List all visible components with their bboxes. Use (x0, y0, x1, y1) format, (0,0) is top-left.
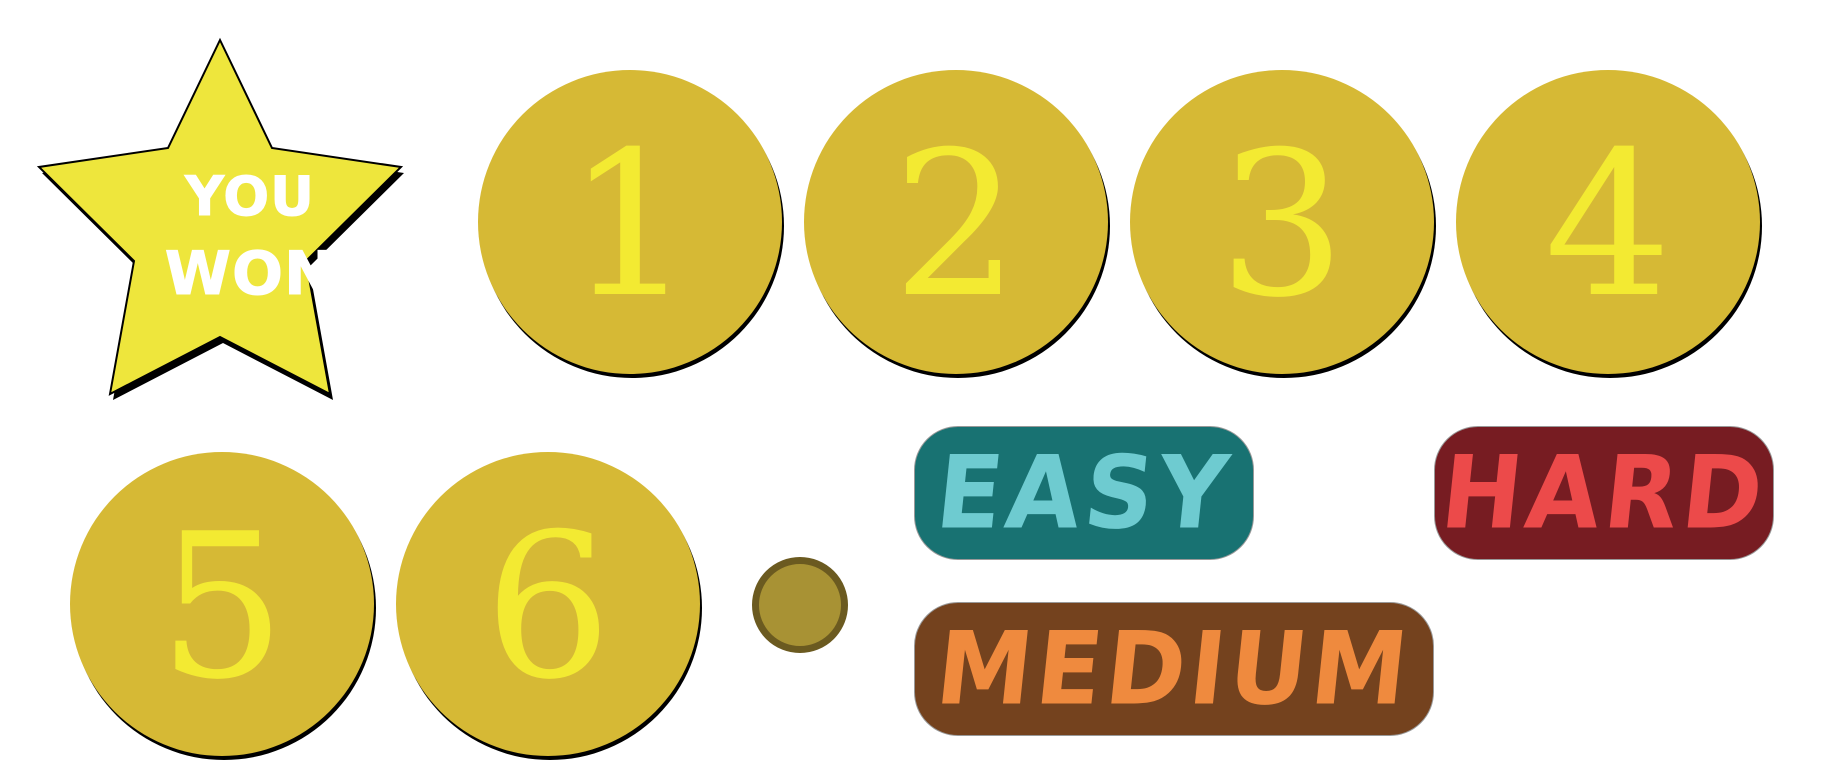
level-coin-5[interactable]: 5 (70, 452, 374, 756)
coin-label: 6 (484, 491, 612, 724)
you-won-line1: YOU (185, 165, 315, 228)
coin-label: 1 (566, 109, 694, 342)
medium-button[interactable]: MEDIUM (914, 602, 1434, 736)
level-coin-2[interactable]: 2 (804, 70, 1108, 374)
level-coin-4[interactable]: 4 (1456, 70, 1760, 374)
hard-label: HARD (1435, 434, 1773, 552)
easy-button[interactable]: EASY (914, 426, 1254, 560)
medium-label: MEDIUM (930, 610, 1418, 728)
indicator-dot (752, 557, 848, 653)
level-coin-6[interactable]: 6 (396, 452, 700, 756)
you-won-line2: WON (164, 239, 336, 309)
coin-label: 5 (158, 491, 286, 724)
coin-label: 2 (892, 109, 1020, 342)
level-coin-1[interactable]: 1 (478, 70, 782, 374)
easy-label: EASY (930, 434, 1238, 552)
level-coin-3[interactable]: 3 (1130, 70, 1434, 374)
coin-label: 3 (1218, 109, 1346, 342)
you-won-star: YOU WON (30, 30, 410, 400)
hard-button[interactable]: HARD (1434, 426, 1774, 560)
coin-label: 4 (1544, 109, 1672, 342)
